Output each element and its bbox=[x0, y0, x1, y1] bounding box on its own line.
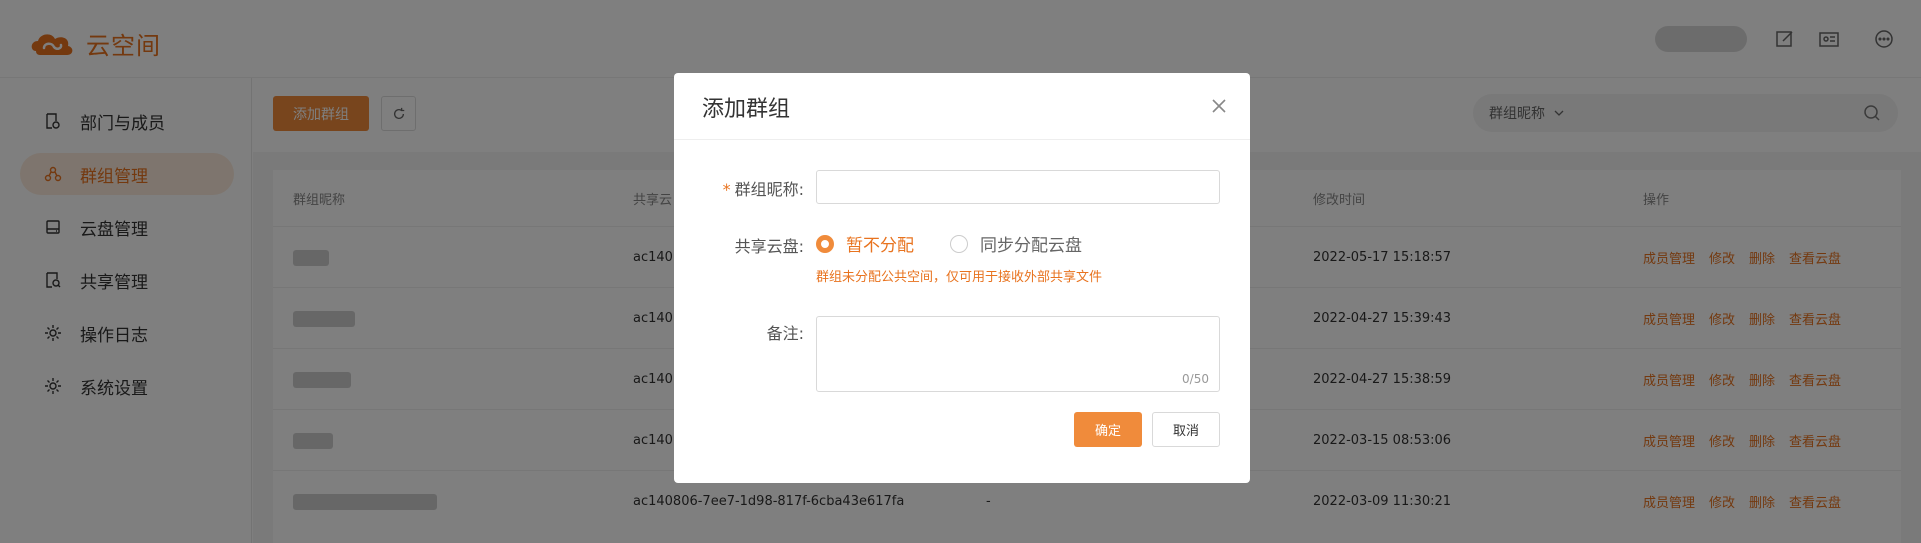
radio-label: 暂不分配 bbox=[846, 236, 914, 256]
dialog-header: 添加群组 bbox=[674, 73, 1250, 140]
close-icon[interactable] bbox=[1210, 97, 1228, 115]
required-mark: * bbox=[722, 180, 731, 199]
radio-checked-icon bbox=[816, 234, 834, 253]
add-group-dialog: 添加群组 * 群组昵称: 共享云盘: 暂不分配 同步分配云盘 群组未分配公共空间，… bbox=[674, 73, 1250, 483]
cancel-button[interactable]: 取消 bbox=[1152, 412, 1220, 447]
radio-no-allocate[interactable]: 暂不分配 bbox=[816, 231, 914, 256]
remark-textarea[interactable]: 0/50 bbox=[816, 316, 1220, 392]
dialog-title: 添加群组 bbox=[702, 97, 791, 122]
confirm-button[interactable]: 确定 bbox=[1074, 412, 1142, 447]
group-name-input[interactable] bbox=[816, 170, 1220, 204]
group-name-label: * 群组昵称: bbox=[684, 176, 804, 200]
radio-unchecked-icon bbox=[950, 234, 968, 253]
group-name-label-text: 群组昵称: bbox=[734, 180, 804, 199]
radio-sync-allocate[interactable]: 同步分配云盘 bbox=[950, 231, 1082, 256]
radio-label: 同步分配云盘 bbox=[980, 236, 1082, 256]
shared-disk-label: 共享云盘: bbox=[734, 237, 804, 256]
char-counter: 0/50 bbox=[1182, 372, 1209, 386]
remark-label: 备注: bbox=[766, 324, 804, 343]
shared-disk-radio-group: 暂不分配 同步分配云盘 bbox=[816, 231, 1082, 256]
shared-disk-hint: 群组未分配公共空间，仅可用于接收外部共享文件 bbox=[816, 270, 1103, 285]
